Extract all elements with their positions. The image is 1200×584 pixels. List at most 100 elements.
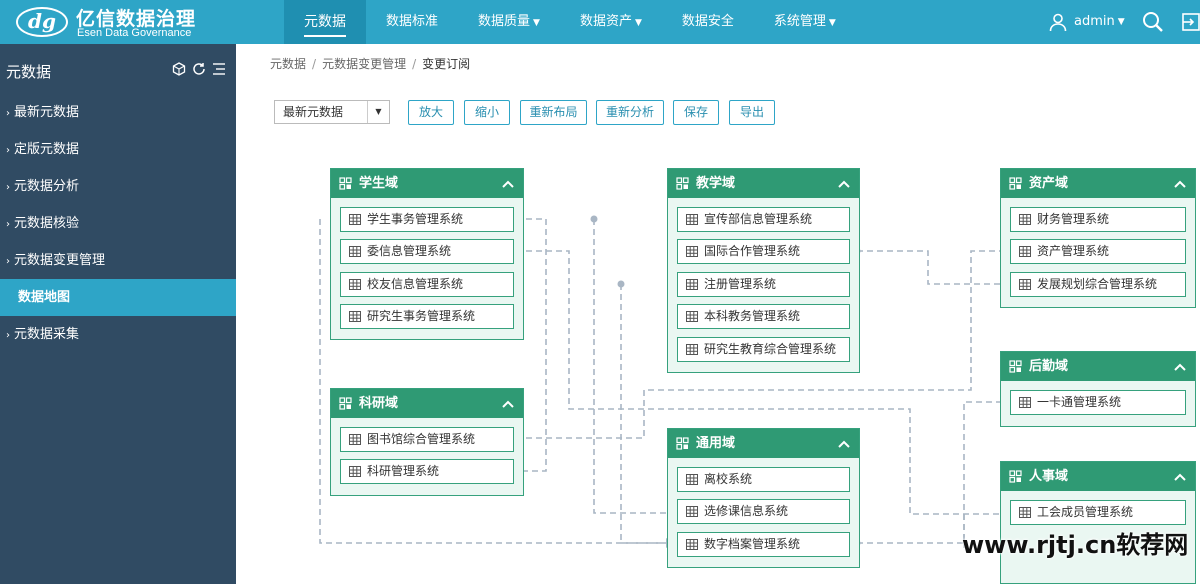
sidebar-item-label: 最新元数据 [14, 105, 80, 120]
breadcrumb-item[interactable]: 元数据 [270, 57, 306, 71]
sidebar-item-label: 元数据分析 [14, 179, 80, 194]
save-button[interactable]: 保存 [673, 100, 719, 125]
package-icon[interactable] [172, 62, 186, 76]
nav-data-asset[interactable]: 数据资产 ▼ [560, 0, 662, 44]
logout-icon[interactable] [1182, 13, 1200, 31]
user-icon [1049, 13, 1067, 32]
system-name: 资产管理系统 [1037, 244, 1110, 258]
domain-title: 通用域 [696, 436, 736, 451]
system-node[interactable]: 离校系统 [677, 467, 850, 492]
caret-down-icon: ▼ [634, 18, 642, 28]
system-name: 科研管理系统 [367, 464, 440, 478]
sidebar-title: 元数据 [6, 63, 52, 81]
list-icon[interactable] [212, 62, 226, 76]
domain-icon [1009, 360, 1022, 373]
chevron-up-icon[interactable] [837, 437, 851, 451]
system-node[interactable]: 校友信息管理系统 [340, 272, 514, 297]
chevron-up-icon[interactable] [1173, 177, 1187, 191]
nav-data-quality[interactable]: 数据质量 ▼ [458, 0, 560, 44]
zoom-in-button[interactable]: 放大 [408, 100, 454, 125]
nav-label: 元数据 [304, 14, 346, 37]
user-menu[interactable]: admin ▼ [1048, 0, 1125, 44]
domain-icon [1009, 470, 1022, 483]
system-node[interactable]: 资产管理系统 [1010, 239, 1186, 264]
system-node[interactable]: 选修课信息系统 [677, 499, 850, 524]
system-name: 工会成员管理系统 [1037, 505, 1134, 519]
lineage-link [593, 219, 666, 514]
domain-hr[interactable]: 人事域 工会成员管理系统 [1000, 461, 1196, 584]
nav-system-management[interactable]: 系统管理 ▼ [754, 0, 856, 44]
select-value: 最新元数据 [283, 105, 344, 119]
system-node[interactable]: 财务管理系统 [1010, 207, 1186, 232]
breadcrumb-current: 变更订阅 [422, 57, 471, 71]
chevron-up-icon[interactable] [501, 177, 515, 191]
zoom-out-button[interactable]: 缩小 [464, 100, 510, 125]
system-node[interactable]: 发展规划综合管理系统 [1010, 272, 1186, 297]
sidebar-item-label: 元数据变更管理 [14, 253, 106, 268]
domain-research[interactable]: 科研域 图书馆综合管理系统 科研管理系统 [330, 388, 524, 496]
reanalyze-button[interactable]: 重新分析 [596, 100, 664, 125]
sidebar-item-label: 元数据采集 [14, 327, 80, 342]
chevron-right-icon: › [6, 219, 10, 230]
sidebar-item-data-map[interactable]: 数据地图 [0, 279, 236, 316]
table-icon [686, 506, 698, 517]
export-button[interactable]: 导出 [729, 100, 775, 125]
domain-header: 学生域 [331, 169, 523, 198]
domain-teaching[interactable]: 教学域 宣传部信息管理系统 国际合作管理系统 注册管理系统 本科教务管理系统 研… [667, 168, 860, 373]
sidebar-item-metadata-analysis[interactable]: › 元数据分析 [0, 168, 236, 205]
system-node[interactable]: 研究生事务管理系统 [340, 304, 514, 329]
system-node[interactable]: 一卡通管理系统 [1010, 390, 1186, 415]
domain-student[interactable]: 学生域 学生事务管理系统 委信息管理系统 校友信息管理系统 研究生事务管理系统 [330, 168, 524, 340]
breadcrumb-separator: / [412, 57, 417, 71]
domain-icon [339, 397, 352, 410]
table-icon [349, 214, 361, 225]
system-node[interactable]: 国际合作管理系统 [677, 239, 850, 264]
nav-metadata[interactable]: 元数据 [284, 0, 366, 44]
breadcrumb-item[interactable]: 元数据变更管理 [322, 57, 406, 71]
system-node[interactable]: 研究生教育综合管理系统 [677, 337, 850, 362]
table-icon [686, 539, 698, 550]
system-node[interactable]: 工会成员管理系统 [1010, 500, 1186, 525]
refresh-icon[interactable] [192, 62, 206, 76]
system-node[interactable]: 科研管理系统 [340, 459, 514, 484]
domain-title: 后勤域 [1029, 359, 1069, 374]
chevron-up-icon[interactable] [837, 177, 851, 191]
system-node[interactable]: 数字档案管理系统 [677, 532, 850, 557]
search-icon[interactable] [1142, 11, 1164, 33]
domain-logistics[interactable]: 后勤域 一卡通管理系统 [1000, 351, 1196, 427]
brand-logo[interactable]: dg 亿信数据治理 Esen Data Governance [0, 0, 236, 44]
domain-icon [676, 177, 689, 190]
system-node[interactable]: 宣传部信息管理系统 [677, 207, 850, 232]
brand-subtitle: Esen Data Governance [77, 27, 192, 39]
system-name: 委信息管理系统 [367, 244, 452, 258]
system-name: 离校系统 [704, 472, 753, 486]
caret-down-icon: ▼ [1117, 17, 1125, 27]
chevron-up-icon[interactable] [1173, 470, 1187, 484]
domain-icon [339, 177, 352, 190]
system-node[interactable]: 注册管理系统 [677, 272, 850, 297]
system-node[interactable]: 学生事务管理系统 [340, 207, 514, 232]
table-icon [1019, 507, 1031, 518]
nav-data-standard[interactable]: 数据标准 [366, 0, 458, 44]
sidebar-item-latest-metadata[interactable]: › 最新元数据 [0, 94, 236, 131]
sidebar-item-final-metadata[interactable]: › 定版元数据 [0, 131, 236, 168]
sidebar-item-change-management[interactable]: › 元数据变更管理 [0, 242, 236, 279]
sidebar-item-metadata-collection[interactable]: › 元数据采集 [0, 316, 236, 353]
domain-title: 学生域 [359, 176, 399, 191]
data-map-canvas[interactable]: 学生域 学生事务管理系统 委信息管理系统 校友信息管理系统 研究生事务管理系统 … [256, 140, 1200, 584]
domain-title: 教学域 [696, 176, 736, 191]
domain-asset[interactable]: 资产域 财务管理系统 资产管理系统 发展规划综合管理系统 [1000, 168, 1196, 308]
chevron-up-icon[interactable] [1173, 360, 1187, 374]
chevron-right-icon: › [6, 108, 10, 119]
system-node[interactable]: 图书馆综合管理系统 [340, 427, 514, 452]
nav-data-security[interactable]: 数据安全 [662, 0, 754, 44]
system-node[interactable]: 委信息管理系统 [340, 239, 514, 264]
sidebar-item-label: 数据地图 [18, 290, 71, 305]
sidebar-item-metadata-check[interactable]: › 元数据核验 [0, 205, 236, 242]
chevron-up-icon[interactable] [501, 397, 515, 411]
relayout-button[interactable]: 重新布局 [520, 100, 587, 125]
system-node[interactable]: 本科教务管理系统 [677, 304, 850, 329]
table-icon [1019, 246, 1031, 257]
metadata-version-select[interactable]: 最新元数据 ▼ [274, 100, 390, 124]
domain-common[interactable]: 通用域 离校系统 选修课信息系统 数字档案管理系统 [667, 428, 860, 568]
